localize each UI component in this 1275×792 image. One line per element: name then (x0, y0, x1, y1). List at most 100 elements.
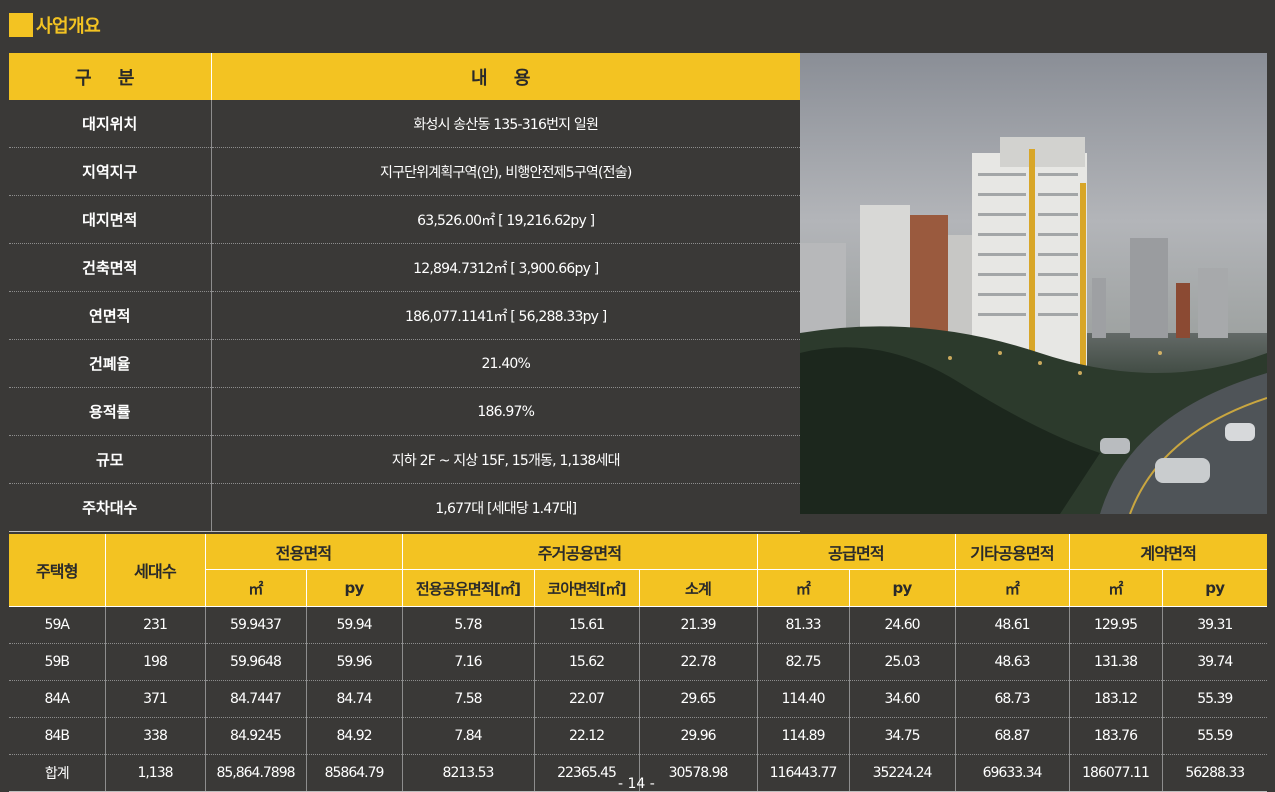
overview-value: 186,077.1141㎡ [ 56,288.33py ] (211, 291, 800, 340)
table-cell: 59.9648 (205, 643, 307, 681)
header-contract-area: 계약면적 (1069, 534, 1267, 570)
unit-type-cell: 합계 (9, 754, 106, 792)
overview-row: 대지위치 화성시 송산동 135-316번지 일원 (9, 100, 800, 148)
table-cell: 56288.33 (1162, 754, 1267, 792)
table-cell: 7.84 (402, 717, 535, 755)
overview-row: 지역지구 지구단위계획구역(안), 비행안전제5구역(전술) (9, 147, 800, 196)
table-cell: 39.31 (1162, 606, 1267, 644)
table-row: 84A 371 84.7447 84.74 7.58 22.07 29.65 114.40 34… (9, 680, 1267, 718)
table-cell: 85864.79 (306, 754, 403, 792)
header-other-common-area: 기타공용면적 (955, 534, 1070, 570)
area-table: 주택형 세대수 전용면적 주거공용면적 공급면적 기타공용면적 계약면적 ㎡ p… (9, 534, 1267, 792)
table-cell: 8213.53 (402, 754, 535, 792)
overview-row: 연면적 186,077.1141㎡ [ 56,288.33py ] (9, 291, 800, 340)
overview-label: 연면적 (9, 291, 212, 340)
table-cell: 84.92 (306, 717, 403, 755)
table-cell: 198 (105, 643, 206, 681)
subheader-cell: py (1162, 569, 1267, 607)
table-cell: 22.78 (639, 643, 758, 681)
table-cell: 129.95 (1069, 606, 1163, 644)
subheader-cell: py (306, 569, 403, 607)
table-cell: 39.74 (1162, 643, 1267, 681)
table-cell: 116443.77 (757, 754, 850, 792)
table-cell: 7.16 (402, 643, 535, 681)
overview-table: 구 분 내 용 대지위치 화성시 송산동 135-316번지 일원 지역지구 지구단위… (9, 53, 800, 532)
overview-row: 주차대수 1,677대 [세대당 1.47대] (9, 483, 800, 532)
overview-value: 지하 2F ~ 지상 15F, 15개동, 1,138세대 (211, 435, 800, 484)
table-cell: 183.12 (1069, 680, 1163, 718)
overview-value: 1,677대 [세대당 1.47대] (211, 483, 800, 532)
overview-header-content: 내 용 (211, 53, 800, 100)
table-cell: 231 (105, 606, 206, 644)
table-cell: 15.61 (534, 606, 640, 644)
table-cell: 59.9437 (205, 606, 307, 644)
apartment-rendering-image (800, 53, 1267, 514)
area-body: 59A 231 59.9437 59.94 5.78 15.61 21.39 81.33 24.… (9, 606, 1267, 792)
table-cell: 30578.98 (639, 754, 758, 792)
overview-label: 용적률 (9, 387, 212, 436)
overview-label: 대지면적 (9, 195, 212, 244)
header-residential-common-area: 주거공용면적 (402, 534, 758, 570)
subheader-cell: ㎡ (1069, 569, 1163, 607)
overview-label: 지역지구 (9, 147, 212, 196)
overview-label: 건축면적 (9, 243, 212, 292)
table-cell: 84.9245 (205, 717, 307, 755)
overview-row: 용적률 186.97% (9, 387, 800, 436)
unit-type-cell: 84B (9, 717, 106, 755)
table-cell: 34.60 (849, 680, 956, 718)
overview-header-category: 구 분 (9, 53, 212, 100)
subheader-cell: ㎡ (205, 569, 307, 607)
table-cell: 7.58 (402, 680, 535, 718)
table-cell: 69633.34 (955, 754, 1070, 792)
table-row: 84B 338 84.9245 84.92 7.84 22.12 29.96 114.89 34… (9, 717, 1267, 755)
table-cell: 55.59 (1162, 717, 1267, 755)
table-row: 59A 231 59.9437 59.94 5.78 15.61 21.39 81.33 24.… (9, 606, 1267, 644)
overview-label: 규모 (9, 435, 212, 484)
table-cell: 21.39 (639, 606, 758, 644)
table-cell: 59.94 (306, 606, 403, 644)
overview-body: 대지위치 화성시 송산동 135-316번지 일원 지역지구 지구단위계획구역(안),… (9, 100, 800, 532)
overview-value: 화성시 송산동 135-316번지 일원 (211, 100, 800, 148)
table-cell: 131.38 (1069, 643, 1163, 681)
table-cell: 48.63 (955, 643, 1070, 681)
unit-type-cell: 59A (9, 606, 106, 644)
table-cell: 84.7447 (205, 680, 307, 718)
table-cell: 84.74 (306, 680, 403, 718)
table-cell: 186077.11 (1069, 754, 1163, 792)
table-cell: 24.60 (849, 606, 956, 644)
overview-row: 규모 지하 2F ~ 지상 15F, 15개동, 1,138세대 (9, 435, 800, 484)
subheader-cell: 소계 (639, 569, 758, 607)
table-cell: 48.61 (955, 606, 1070, 644)
title-square-icon (9, 13, 33, 37)
overview-label: 주차대수 (9, 483, 212, 532)
table-cell: 59.96 (306, 643, 403, 681)
table-cell: 22.07 (534, 680, 640, 718)
table-cell: 183.76 (1069, 717, 1163, 755)
table-cell: 68.73 (955, 680, 1070, 718)
table-cell: 22.12 (534, 717, 640, 755)
subheader-cell: 코아면적[㎡] (534, 569, 640, 607)
table-cell: 55.39 (1162, 680, 1267, 718)
table-cell: 68.87 (955, 717, 1070, 755)
table-cell: 25.03 (849, 643, 956, 681)
overview-label: 건폐율 (9, 339, 212, 388)
header-exclusive-area: 전용면적 (205, 534, 403, 570)
table-cell: 5.78 (402, 606, 535, 644)
table-cell: 35224.24 (849, 754, 956, 792)
header-units: 세대수 (105, 534, 206, 607)
subheader-cell: 전용공유면적[㎡] (402, 569, 535, 607)
table-cell: 114.40 (757, 680, 850, 718)
overview-value: 12,894.7312㎡ [ 3,900.66py ] (211, 243, 800, 292)
overview-value: 186.97% (211, 387, 800, 436)
table-cell: 82.75 (757, 643, 850, 681)
table-cell: 1,138 (105, 754, 206, 792)
overview-value: 21.40% (211, 339, 800, 388)
table-cell: 85,864.7898 (205, 754, 307, 792)
subheader-cell: py (849, 569, 956, 607)
table-row: 59B 198 59.9648 59.96 7.16 15.62 22.78 82.75 25.… (9, 643, 1267, 681)
header-type: 주택형 (9, 534, 106, 607)
overview-label: 대지위치 (9, 100, 212, 148)
table-cell: 34.75 (849, 717, 956, 755)
page-number: - 14 - (618, 776, 655, 792)
overview-row: 건축면적 12,894.7312㎡ [ 3,900.66py ] (9, 243, 800, 292)
